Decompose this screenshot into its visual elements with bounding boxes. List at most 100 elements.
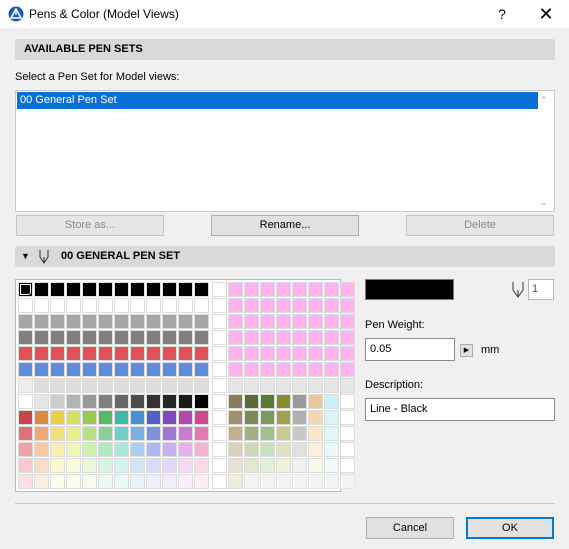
pen-cell[interactable]: [162, 426, 177, 441]
pen-cell[interactable]: [34, 346, 49, 361]
pen-cell[interactable]: [178, 378, 193, 393]
pen-cell[interactable]: [130, 442, 145, 457]
pen-cell[interactable]: [308, 346, 323, 361]
pen-cell[interactable]: [82, 346, 97, 361]
pen-cell[interactable]: [308, 314, 323, 329]
pen-cell[interactable]: [66, 346, 81, 361]
pen-cell[interactable]: [178, 314, 193, 329]
pen-cell[interactable]: [98, 298, 113, 313]
pen-cell[interactable]: [34, 442, 49, 457]
pen-cell[interactable]: [228, 346, 243, 361]
pen-cell[interactable]: [276, 378, 291, 393]
list-scrollbar[interactable]: ⌃ ⌄: [537, 92, 553, 210]
pen-cell[interactable]: [276, 298, 291, 313]
pen-cell[interactable]: [340, 362, 355, 377]
pen-cell[interactable]: [18, 346, 33, 361]
pen-cell[interactable]: [114, 298, 129, 313]
pen-cell[interactable]: [114, 346, 129, 361]
pen-cell[interactable]: [98, 346, 113, 361]
pen-cell[interactable]: [178, 442, 193, 457]
pen-cell[interactable]: [244, 362, 259, 377]
pen-cell[interactable]: [66, 474, 81, 489]
pen-cell[interactable]: [146, 346, 161, 361]
delete-button[interactable]: Delete: [406, 215, 554, 236]
pen-cell[interactable]: [82, 282, 97, 297]
pen-cell[interactable]: [244, 458, 259, 473]
pen-cell[interactable]: [244, 426, 259, 441]
pen-cell[interactable]: [146, 410, 161, 425]
pen-cell[interactable]: [324, 378, 339, 393]
pen-cell[interactable]: [212, 394, 227, 409]
pen-cell[interactable]: [324, 410, 339, 425]
pen-cell[interactable]: [340, 298, 355, 313]
pen-cell[interactable]: [212, 458, 227, 473]
pen-cell[interactable]: [34, 410, 49, 425]
pen-cell[interactable]: [194, 346, 209, 361]
pen-cell[interactable]: [82, 330, 97, 345]
pen-cell[interactable]: [82, 426, 97, 441]
pen-cell[interactable]: [114, 474, 129, 489]
pen-cell[interactable]: [194, 378, 209, 393]
pen-cell[interactable]: [260, 426, 275, 441]
pen-cell[interactable]: [244, 442, 259, 457]
pen-cell[interactable]: [260, 442, 275, 457]
help-button[interactable]: ?: [486, 4, 518, 24]
pen-cell[interactable]: [98, 378, 113, 393]
pen-cell[interactable]: [50, 410, 65, 425]
pen-cell[interactable]: [292, 442, 307, 457]
pen-cell[interactable]: [114, 314, 129, 329]
collapse-triangle-icon[interactable]: ▼: [21, 246, 30, 267]
pen-cell[interactable]: [98, 282, 113, 297]
pen-cell[interactable]: [162, 442, 177, 457]
pen-cell[interactable]: [244, 298, 259, 313]
pen-cell[interactable]: [66, 362, 81, 377]
pen-cell[interactable]: [50, 314, 65, 329]
pen-cell[interactable]: [66, 394, 81, 409]
pen-cell[interactable]: [292, 362, 307, 377]
pen-cell[interactable]: [50, 442, 65, 457]
pen-cell[interactable]: [66, 442, 81, 457]
pen-cell[interactable]: [18, 330, 33, 345]
pen-cell[interactable]: [212, 330, 227, 345]
pen-cell[interactable]: [308, 298, 323, 313]
pen-cell[interactable]: [34, 394, 49, 409]
pen-cell[interactable]: [82, 474, 97, 489]
pen-cell[interactable]: [178, 410, 193, 425]
pen-cell[interactable]: [98, 442, 113, 457]
pen-cell[interactable]: [18, 410, 33, 425]
pen-cell[interactable]: [146, 458, 161, 473]
pen-cell[interactable]: [162, 458, 177, 473]
pen-cell[interactable]: [228, 282, 243, 297]
pen-cell[interactable]: [130, 410, 145, 425]
pen-cell[interactable]: [324, 442, 339, 457]
pen-cell[interactable]: [146, 314, 161, 329]
pen-cell[interactable]: [162, 474, 177, 489]
pen-cell[interactable]: [228, 426, 243, 441]
pen-cell[interactable]: [82, 394, 97, 409]
pen-cell[interactable]: [130, 426, 145, 441]
pen-cell[interactable]: [146, 282, 161, 297]
pen-cell[interactable]: [276, 442, 291, 457]
pen-cell[interactable]: [292, 410, 307, 425]
pen-cell[interactable]: [212, 362, 227, 377]
pen-cell[interactable]: [308, 458, 323, 473]
ok-button[interactable]: OK: [466, 517, 554, 539]
pen-cell[interactable]: [324, 282, 339, 297]
pen-weight-input[interactable]: 0.05: [365, 338, 455, 361]
pen-cell[interactable]: [178, 394, 193, 409]
pen-cell[interactable]: [324, 346, 339, 361]
pen-cell[interactable]: [308, 378, 323, 393]
pen-cell[interactable]: [212, 282, 227, 297]
close-button[interactable]: ✕: [530, 4, 562, 24]
pen-cell[interactable]: [292, 426, 307, 441]
pen-cell[interactable]: [340, 282, 355, 297]
pen-cell[interactable]: [260, 282, 275, 297]
pen-cell[interactable]: [244, 410, 259, 425]
pen-cell[interactable]: [82, 314, 97, 329]
pen-cell[interactable]: [178, 282, 193, 297]
pen-cell[interactable]: [130, 298, 145, 313]
pen-cell[interactable]: [34, 426, 49, 441]
pen-cell[interactable]: [18, 314, 33, 329]
pen-cell[interactable]: [194, 298, 209, 313]
pen-cell[interactable]: [130, 282, 145, 297]
